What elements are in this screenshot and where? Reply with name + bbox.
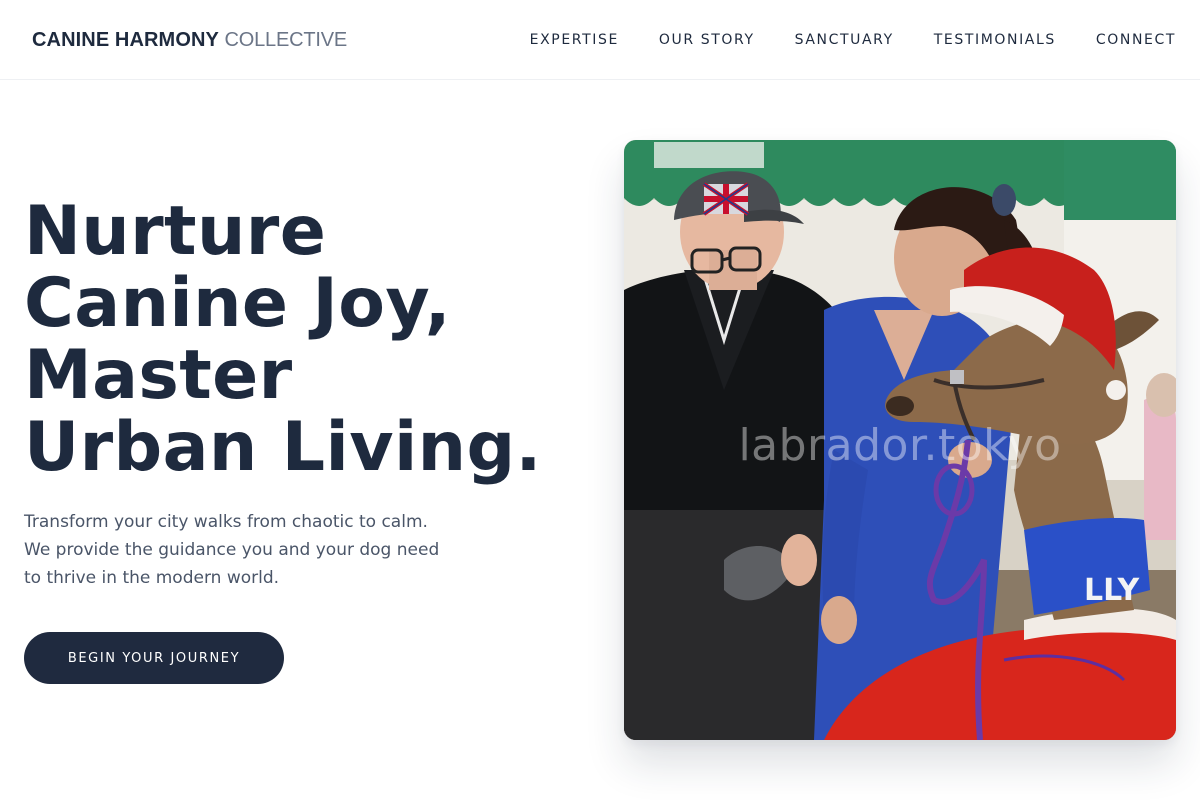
scarf-text: LLY <box>1084 573 1141 608</box>
nav-link-our-story[interactable]: OUR STORY <box>659 31 755 49</box>
begin-journey-button[interactable]: BEGIN YOUR JOURNEY <box>24 632 284 684</box>
hero-title-line: Master <box>24 336 293 415</box>
nav-link-sanctuary[interactable]: SANCTUARY <box>795 31 894 49</box>
hero-title-line: Nurture <box>24 192 327 271</box>
hero-title-line: Urban Living. <box>24 408 542 487</box>
nav-link-testimonials[interactable]: TESTIMONIALS <box>934 31 1056 49</box>
hero-title: Nurture Canine Joy, Master Urban Living. <box>24 196 604 484</box>
main-nav: EXPERTISE OUR STORY SANCTUARY TESTIMONIA… <box>530 31 1176 49</box>
hero-photo-illustration: LLY <box>624 140 1176 740</box>
nav-link-expertise[interactable]: EXPERTISE <box>530 31 619 49</box>
brand-name-light: COLLECTIVE <box>224 29 348 51</box>
site-header: CANINE HARMONY COLLECTIVE EXPERTISE OUR … <box>0 0 1200 80</box>
hero-subtitle-line: Transform your city walks from chaotic t… <box>24 512 428 532</box>
hero-title-line: Canine Joy, <box>24 264 452 343</box>
brand-logo[interactable]: CANINE HARMONY COLLECTIVE <box>32 28 347 52</box>
hero-photo: LLY labrador.tokyo <box>624 140 1176 740</box>
hero-subtitle-line: We provide the guidance you and your dog… <box>24 540 440 560</box>
nav-link-connect[interactable]: CONNECT <box>1096 31 1176 49</box>
hero-subtitle: Transform your city walks from chaotic t… <box>24 508 494 592</box>
brand-name-strong: CANINE HARMONY <box>32 29 219 51</box>
hero-subtitle-line: to thrive in the modern world. <box>24 568 280 588</box>
